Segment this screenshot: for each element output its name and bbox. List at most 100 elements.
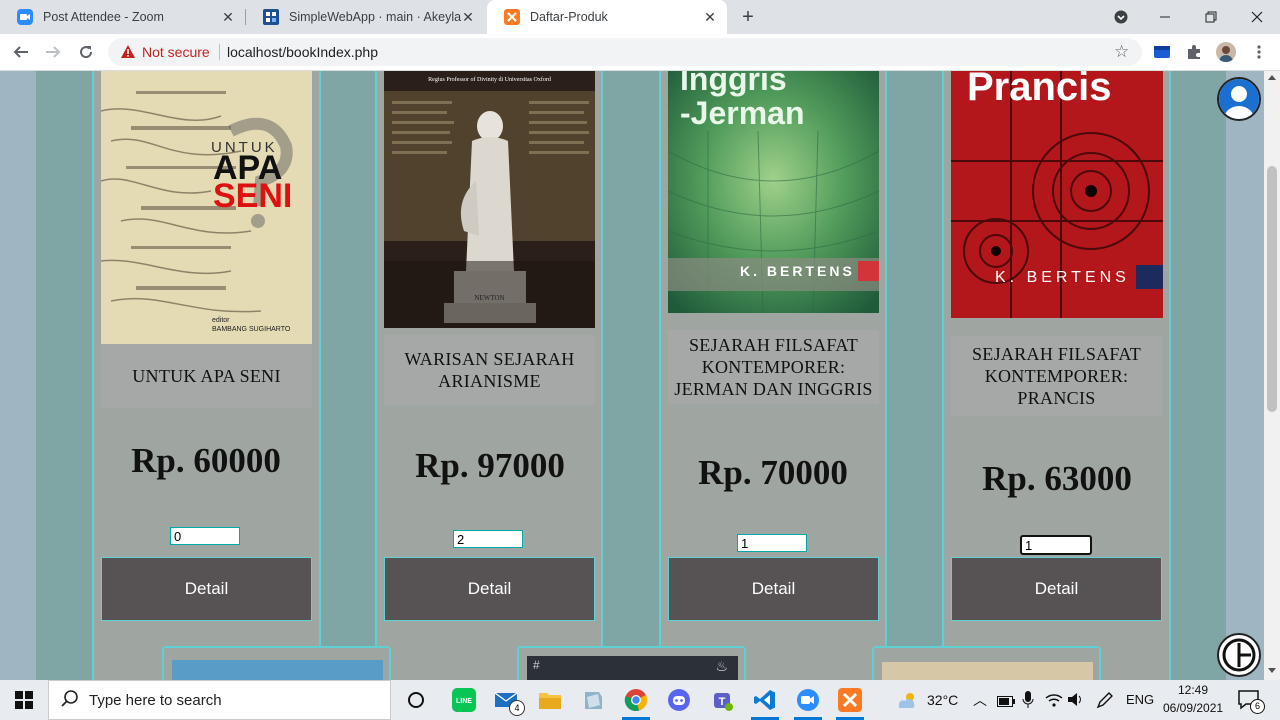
tab-zoom[interactable]: Post Attendee - Zoom ✕ bbox=[0, 0, 245, 34]
tab-strip: Post Attendee - Zoom ✕ SimpleWebApp · ma… bbox=[0, 0, 1280, 34]
book-cover-image[interactable]: # ♨ bbox=[527, 656, 738, 680]
url-text[interactable]: localhost/bookIndex.php bbox=[227, 44, 378, 60]
scroll-down-icon[interactable] bbox=[1268, 668, 1276, 673]
vscode-icon[interactable] bbox=[751, 686, 779, 714]
taskbar-search-input[interactable]: Type here to search bbox=[48, 680, 391, 720]
close-window-icon[interactable] bbox=[1234, 0, 1280, 34]
discord-icon[interactable] bbox=[665, 686, 693, 714]
svg-text:LINE: LINE bbox=[456, 698, 472, 705]
price: Rp. 63000 bbox=[982, 459, 1132, 498]
detail-button[interactable]: Detail bbox=[668, 557, 879, 621]
search-icon bbox=[61, 689, 79, 712]
scrollbar-thumb[interactable] bbox=[1267, 166, 1277, 412]
book-cover-image[interactable]: Regius Professor of Divinity di Universi… bbox=[384, 71, 595, 328]
quantity-input[interactable] bbox=[737, 534, 807, 552]
speaker-icon[interactable] bbox=[1067, 692, 1085, 712]
notes-app-icon[interactable] bbox=[579, 686, 607, 714]
xampp-icon[interactable] bbox=[836, 686, 864, 714]
cover-text: editor bbox=[212, 317, 230, 324]
product-card bbox=[162, 646, 391, 680]
flame-icon: ♨ bbox=[715, 658, 728, 674]
tab-daftar-produk[interactable]: Daftar-Produk ✕ bbox=[487, 0, 727, 34]
price: Rp. 60000 bbox=[131, 441, 281, 480]
browser-toolbar: Not secure localhost/bookIndex.php ☆ bbox=[0, 34, 1280, 71]
puzzle-icon[interactable] bbox=[1184, 42, 1204, 62]
page-scrollbar[interactable] bbox=[1264, 71, 1280, 680]
page-viewport: UNTUK APA SENI editor BAMBANG SUGIHARTO … bbox=[0, 71, 1264, 680]
windows-taskbar: Type here to search LINE 4 T 32°C ︿ ENG … bbox=[0, 680, 1280, 720]
book-cover-image[interactable]: UNTUK APA SENI editor BAMBANG SUGIHARTO bbox=[101, 71, 312, 344]
language-indicator[interactable]: ENG bbox=[1126, 692, 1154, 707]
bookmark-star-icon[interactable]: ☆ bbox=[1114, 42, 1129, 62]
wifi-icon[interactable] bbox=[1045, 692, 1063, 712]
quantity-stepper[interactable] bbox=[1020, 535, 1092, 555]
tab-simplewebapp[interactable]: SimpleWebApp · main · Akeyla N ✕ bbox=[246, 0, 485, 34]
book-cover-image[interactable] bbox=[882, 662, 1093, 680]
security-status[interactable]: Not secure bbox=[142, 44, 210, 60]
tab-title: Post Attendee - Zoom bbox=[43, 10, 164, 24]
weather-temp[interactable]: 32°C bbox=[927, 692, 958, 708]
book-cover-image[interactable]: Prancis K. BERTENS bbox=[951, 71, 1163, 318]
extension-icon[interactable] bbox=[1152, 42, 1172, 62]
file-explorer-icon[interactable] bbox=[536, 686, 564, 714]
svg-text:T: T bbox=[719, 696, 726, 708]
scroll-top-button[interactable] bbox=[1217, 633, 1261, 677]
clock-time[interactable]: 12:49 bbox=[1178, 683, 1208, 697]
price: Rp. 97000 bbox=[415, 446, 565, 485]
back-arrow-icon[interactable] bbox=[9, 40, 33, 64]
cover-text: K. BERTENS bbox=[740, 263, 855, 279]
profile-avatar[interactable] bbox=[1216, 42, 1236, 62]
cover-text: K. BERTENS bbox=[995, 269, 1130, 286]
book-title: WARISAN SEJARAH ARIANISME bbox=[384, 335, 595, 405]
battery-icon[interactable] bbox=[997, 694, 1015, 712]
close-icon[interactable]: ✕ bbox=[460, 9, 476, 25]
menu-dots-icon[interactable] bbox=[1249, 42, 1269, 62]
cover-text: NEWTON bbox=[474, 294, 505, 302]
book-cover-image[interactable]: Inggris -Jerman K. BERTENS bbox=[668, 71, 879, 313]
forward-arrow-icon[interactable] bbox=[41, 40, 65, 64]
clock-date[interactable]: 06/09/2021 bbox=[1163, 701, 1223, 715]
tab-search-icon[interactable] bbox=[1098, 0, 1144, 34]
close-icon[interactable]: ✕ bbox=[702, 9, 718, 25]
minimize-icon[interactable] bbox=[1142, 0, 1188, 34]
product-card bbox=[872, 646, 1101, 680]
xampp-icon bbox=[504, 9, 520, 25]
cover-text: Regius Professor of Divinity di Universi… bbox=[428, 77, 551, 83]
tab-title: Daftar-Produk bbox=[530, 10, 608, 24]
new-tab-button[interactable]: + bbox=[737, 6, 759, 28]
book-title: SEJARAH FILSAFAT KONTEMPORER: PRANCIS bbox=[951, 336, 1162, 416]
microphone-icon[interactable] bbox=[1022, 691, 1034, 714]
search-placeholder: Type here to search bbox=[89, 691, 222, 709]
restore-icon[interactable] bbox=[1188, 0, 1234, 34]
notification-icon[interactable]: 6 bbox=[1238, 690, 1265, 715]
user-avatar-button[interactable] bbox=[1217, 77, 1261, 121]
chevron-up-icon[interactable]: ︿ bbox=[973, 690, 987, 710]
detail-button[interactable]: Detail bbox=[384, 557, 595, 621]
cover-text: Inggris bbox=[680, 71, 787, 97]
mail-icon[interactable]: 4 bbox=[493, 686, 525, 716]
cover-text: -Jerman bbox=[680, 95, 805, 131]
hashtag-icon: # bbox=[533, 658, 540, 672]
windows-start-icon[interactable] bbox=[0, 680, 48, 720]
quantity-input[interactable] bbox=[453, 530, 523, 548]
teams-icon[interactable]: T bbox=[708, 686, 736, 714]
task-view-icon[interactable] bbox=[402, 686, 430, 714]
weather-icon[interactable] bbox=[897, 691, 917, 714]
warning-icon[interactable] bbox=[120, 44, 136, 60]
cover-text: SENI bbox=[213, 177, 293, 215]
pen-icon[interactable] bbox=[1096, 691, 1114, 714]
detail-button[interactable]: Detail bbox=[101, 557, 312, 621]
reload-icon[interactable] bbox=[74, 40, 98, 64]
address-bar[interactable]: Not secure localhost/bookIndex.php ☆ bbox=[108, 38, 1142, 66]
zoom-icon[interactable] bbox=[794, 686, 822, 714]
chrome-icon[interactable] bbox=[622, 686, 650, 714]
scroll-up-icon[interactable] bbox=[1268, 75, 1276, 80]
divider bbox=[219, 44, 220, 60]
azure-devops-icon bbox=[263, 9, 279, 25]
tab-title: SimpleWebApp · main · Akeyla N bbox=[289, 10, 464, 24]
book-cover-image[interactable] bbox=[172, 660, 383, 680]
quantity-input[interactable] bbox=[170, 527, 240, 545]
line-app-icon[interactable]: LINE bbox=[450, 686, 478, 714]
close-icon[interactable]: ✕ bbox=[220, 9, 236, 25]
detail-button[interactable]: Detail bbox=[951, 557, 1162, 621]
